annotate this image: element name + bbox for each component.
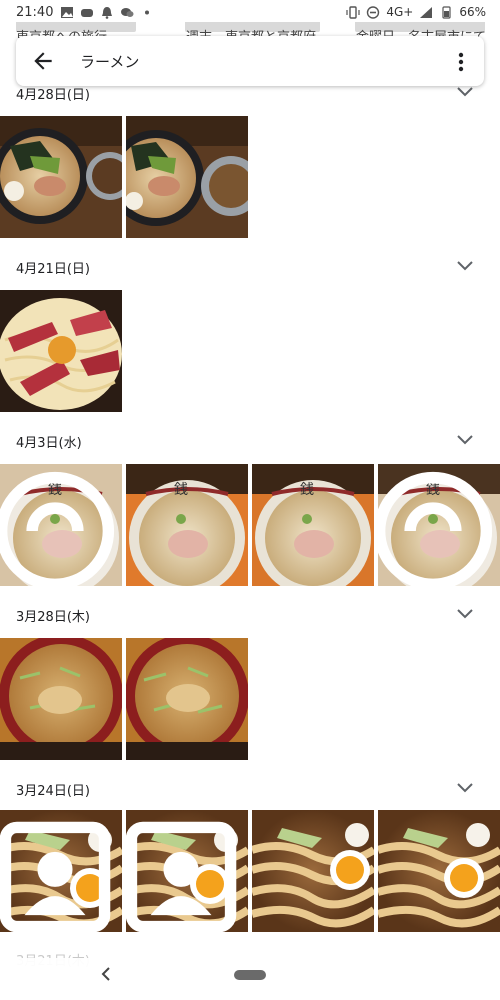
date-group: 3月24日(日) 3 — [0, 776, 500, 936]
battery-icon — [439, 5, 453, 19]
chevron-down-icon[interactable] — [456, 782, 474, 794]
more-vert-icon[interactable] — [456, 49, 466, 75]
date-header: 3月28日(木) — [16, 610, 90, 625]
chat-icon — [120, 6, 134, 19]
photo-thumbnail[interactable] — [126, 638, 248, 760]
signal-icon — [419, 6, 433, 19]
photo-thumbnail[interactable]: 銭 — [0, 464, 122, 586]
date-header: 4月28日(日) — [16, 88, 90, 103]
arrow-back-icon[interactable] — [30, 48, 56, 74]
photo-thumbnail[interactable] — [0, 810, 122, 932]
status-time: 21:40 — [16, 5, 54, 20]
chevron-down-icon[interactable] — [456, 434, 474, 446]
search-bar: ラーメン — [16, 36, 484, 86]
photo-thumbnail[interactable] — [0, 638, 122, 760]
battery-percent: 66% — [459, 5, 486, 19]
photo-thumbnail[interactable] — [252, 810, 374, 932]
search-query[interactable]: ラーメン — [80, 51, 139, 72]
nav-back-icon[interactable] — [98, 966, 114, 982]
photo-thumbnail[interactable]: 銭 — [126, 464, 248, 586]
photo-thumbnail[interactable]: 銭 — [378, 464, 500, 586]
notification-icons — [60, 6, 154, 19]
photo-thumbnail[interactable]: 銭 — [252, 464, 374, 586]
image-icon — [60, 6, 74, 19]
date-header: 3月24日(日) — [16, 784, 90, 799]
chevron-down-icon[interactable] — [456, 260, 474, 272]
vibrate-icon — [346, 5, 360, 19]
photo-thumbnail[interactable] — [0, 290, 122, 412]
portrait-icon — [126, 821, 237, 932]
bell-icon — [100, 6, 114, 19]
status-right: 4G+ 66% — [346, 5, 486, 19]
motion-icon — [0, 471, 115, 586]
network-label: 4G+ — [386, 5, 414, 19]
photo-thumbnail[interactable]: 3 — [126, 810, 248, 932]
portrait-icon — [0, 821, 111, 932]
svg-text:銭: 銭 — [300, 482, 314, 498]
photo-thumbnail[interactable] — [126, 116, 248, 238]
photo-thumbnail[interactable] — [378, 810, 500, 932]
motion-icon — [378, 471, 493, 586]
date-header: 4月21日(日) — [16, 262, 90, 277]
svg-text:銭: 銭 — [174, 482, 188, 498]
photo-thumbnail[interactable] — [0, 116, 122, 238]
navigation-bar — [0, 958, 500, 1000]
game-icon — [80, 6, 94, 19]
status-bar: 21:40 4G+ 66% — [0, 0, 500, 26]
date-header: 4月3日(水) — [16, 436, 82, 451]
date-group: 4月3日(水) 銭 銭 銭 銭 — [0, 428, 500, 588]
chevron-down-icon[interactable] — [456, 86, 474, 98]
date-group: 4月28日(日) — [0, 80, 500, 240]
date-group: 3月28日(木) — [0, 602, 500, 762]
date-group: 4月21日(日) — [0, 254, 500, 414]
dnd-icon — [366, 5, 380, 19]
home-pill[interactable] — [234, 970, 266, 980]
chevron-down-icon[interactable] — [456, 608, 474, 620]
dot-icon — [140, 6, 154, 19]
